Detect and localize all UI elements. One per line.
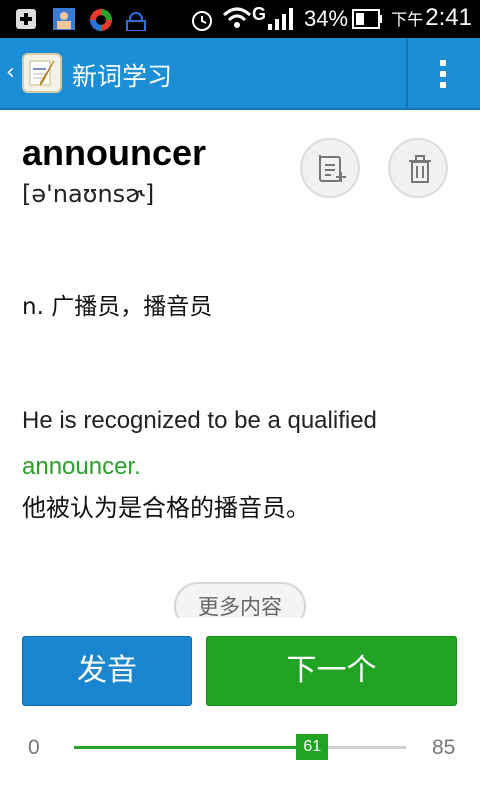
progress-max-label: 85 [432,736,456,759]
progress-slider[interactable]: 61 [74,734,406,760]
app-logo-icon[interactable] [22,53,62,93]
delete-word-button[interactable] [388,138,448,198]
signal-strength-icon [268,8,293,30]
battery-icon [352,9,382,29]
word-text: announcer [22,132,207,173]
overflow-menu-icon[interactable] [428,58,458,90]
word-phonetic: [ə'naʊnsɚ] [22,180,155,208]
progress-min-label: 0 [28,736,40,759]
progress-slider-fill [74,746,313,749]
pronounce-button[interactable]: 发音 [22,636,192,706]
alarm-icon [192,11,212,31]
add-notification-icon [16,9,36,29]
progress-slider-thumb[interactable]: 61 [296,734,329,760]
action-bar-divider [406,38,408,108]
word-meaning: n. 广播员，播音员 [22,294,213,320]
battery-percent: 34% [304,6,349,31]
network-type-label: G [252,4,267,24]
wifi-icon [222,7,252,28]
example-sentence: He is recognized to be a qualified annou… [22,407,377,480]
status-time: 下午2:41 [391,4,472,31]
page-title: 新词学习 [72,62,173,91]
action-bar: ‹ 新词学习 [0,38,480,110]
status-bar: G 34% 下午2:41 [0,0,480,38]
highlighted-word: announcer. [22,453,141,480]
trash-icon [409,155,431,183]
next-word-button[interactable]: 下一个 [206,636,457,706]
notebook-add-icon [319,155,346,182]
download-notification-icon [126,12,146,31]
example-translation: 他被认为是合格的播音员。 [22,494,310,522]
app-notification-icon [90,9,112,31]
contacts-notification-icon [53,8,75,30]
add-to-wordbook-button[interactable] [300,138,360,198]
back-chevron-icon[interactable]: ‹ [6,60,15,85]
